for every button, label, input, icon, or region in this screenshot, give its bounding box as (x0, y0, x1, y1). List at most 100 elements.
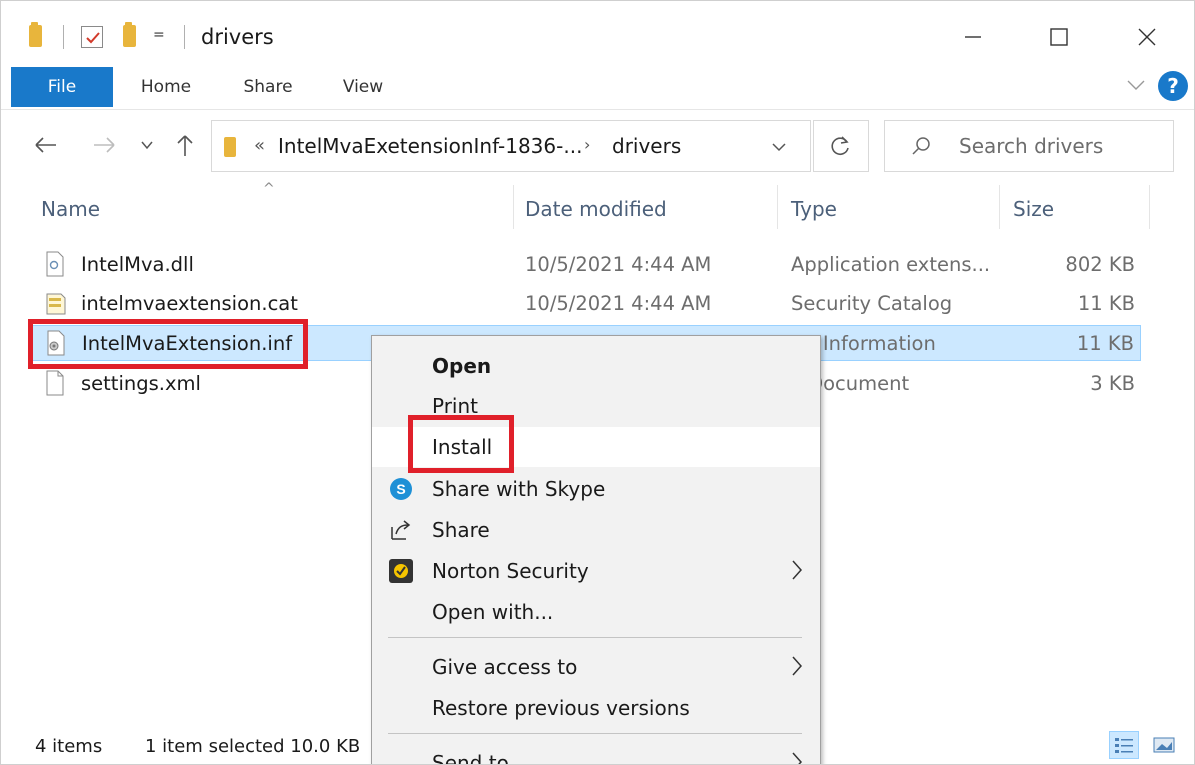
menu-item-label: Share with Skype (432, 477, 606, 501)
item-count: 4 items (35, 736, 103, 757)
svg-text:S: S (396, 481, 405, 497)
breadcrumb-parent[interactable]: IntelMvaExetensionInf-1836-... (278, 134, 582, 158)
xml-file-icon (45, 370, 65, 401)
maximize-button[interactable] (1029, 15, 1089, 59)
menu-item-label: Open with... (432, 600, 554, 624)
new-folder-icon[interactable] (123, 22, 136, 47)
address-row: « IntelMvaExetensionInf-1836-... › drive… (1, 109, 1194, 179)
highlight-install-item (408, 415, 514, 473)
address-bar[interactable]: « IntelMvaExetensionInf-1836-... › drive… (211, 120, 811, 172)
file-explorer-window: = drivers File Home Share View ? « Intel… (0, 0, 1195, 765)
large-icons-view-button[interactable] (1149, 731, 1179, 759)
large-icons-view-icon (1153, 737, 1175, 753)
maximize-icon (1050, 28, 1068, 46)
file-date: 10/5/2021 4:44 AM (525, 292, 712, 315)
title-bar: = drivers (1, 1, 1194, 69)
file-name: intelmvaextension.cat (81, 292, 298, 315)
search-input[interactable]: Search drivers (959, 134, 1103, 158)
highlight-selected-file (28, 319, 308, 369)
properties-check-icon[interactable] (81, 26, 103, 48)
share-icon (388, 517, 414, 543)
skype-icon: S (388, 476, 414, 502)
column-divider[interactable] (777, 185, 778, 229)
column-type[interactable]: Type (791, 197, 837, 221)
file-type: Application extens... (791, 253, 991, 276)
up-button[interactable] (171, 130, 199, 160)
norton-icon (388, 558, 414, 584)
menu-item-open-with[interactable]: Open with... (372, 592, 820, 632)
column-divider[interactable] (999, 185, 1000, 229)
tab-home[interactable]: Home (131, 67, 201, 107)
menu-item-open[interactable]: Open (372, 346, 820, 386)
close-button[interactable] (1117, 15, 1177, 59)
refresh-icon (831, 136, 849, 155)
column-date-modified[interactable]: Date modified (525, 197, 667, 221)
window-title: drivers (201, 25, 274, 49)
file-name: IntelMva.dll (81, 253, 194, 276)
menu-item-share[interactable]: Share (372, 510, 820, 550)
menu-item-label: Share (432, 518, 490, 542)
breadcrumb-separator[interactable]: › (584, 135, 590, 154)
file-row[interactable]: IntelMva.dll 10/5/2021 4:44 AM Applicati… (31, 247, 1141, 283)
minimize-icon (965, 36, 981, 38)
back-arrow-icon (35, 137, 56, 153)
menu-item-norton-security[interactable]: Norton Security (372, 551, 820, 591)
submenu-arrow-icon (790, 749, 804, 764)
details-view-button[interactable] (1109, 731, 1139, 759)
column-headers: ^ Name Date modified Type Size (1, 181, 1194, 233)
catalog-file-icon (45, 290, 67, 321)
tab-share[interactable]: Share (233, 67, 303, 107)
recent-locations-button[interactable] (137, 130, 157, 160)
chevron-down-icon (141, 141, 153, 150)
file-type: Security Catalog (791, 292, 953, 315)
menu-item-give-access-to[interactable]: Give access to (372, 647, 820, 687)
column-name[interactable]: Name (41, 197, 100, 221)
submenu-arrow-icon (790, 557, 804, 588)
up-arrow-icon (177, 135, 193, 156)
file-date: 10/5/2021 4:44 AM (525, 253, 712, 276)
menu-item-label: Send to (432, 751, 509, 765)
customize-dropdown-icon[interactable]: = (153, 27, 165, 43)
menu-item-label: Open (432, 354, 492, 378)
overflow-crumb-icon[interactable]: « (254, 135, 265, 156)
menu-item-restore-previous-versions[interactable]: Restore previous versions (372, 688, 820, 728)
tab-view[interactable]: View (333, 67, 393, 107)
minimize-button[interactable] (943, 15, 1003, 59)
sort-ascending-icon: ^ (263, 181, 275, 197)
menu-item-share-with-skype[interactable]: S Share with Skype (372, 469, 820, 509)
file-row[interactable]: intelmvaextension.cat 10/5/2021 4:44 AM … (31, 286, 1141, 322)
search-box[interactable]: Search drivers (884, 120, 1174, 172)
file-size: 3 KB (1090, 372, 1135, 395)
menu-item-label: Restore previous versions (432, 696, 690, 720)
search-icon (909, 135, 933, 163)
forward-arrow-icon (94, 137, 115, 153)
close-icon (1138, 28, 1156, 46)
menu-divider (388, 637, 802, 638)
file-name: settings.xml (81, 372, 201, 395)
help-icon[interactable]: ? (1158, 71, 1188, 101)
column-divider[interactable] (513, 185, 514, 229)
context-menu: Open Print Install S Share with Skype Sh… (371, 335, 821, 765)
forward-button[interactable] (87, 130, 121, 160)
submenu-arrow-icon (790, 653, 804, 684)
file-size: 11 KB (1077, 292, 1135, 315)
menu-divider (388, 733, 802, 734)
menu-item-label: Norton Security (432, 559, 589, 583)
dll-file-icon (45, 251, 65, 282)
file-size: 11 KB (1076, 332, 1134, 355)
ribbon-tabs: File Home Share View ? (1, 67, 1194, 107)
breadcrumb-current[interactable]: drivers (612, 134, 681, 158)
address-dropdown-icon[interactable] (770, 139, 788, 159)
divider (63, 25, 64, 49)
expand-ribbon-chevron-icon[interactable] (1125, 75, 1147, 99)
menu-item-send-to[interactable]: Send to (372, 743, 820, 765)
tab-file[interactable]: File (11, 67, 113, 107)
file-size: 802 KB (1065, 253, 1135, 276)
column-divider[interactable] (1149, 185, 1150, 229)
back-button[interactable] (29, 130, 63, 160)
refresh-button[interactable] (813, 120, 869, 172)
column-size[interactable]: Size (1013, 197, 1054, 221)
folder-icon (224, 137, 236, 157)
divider (184, 25, 185, 49)
details-view-icon (1115, 738, 1133, 753)
